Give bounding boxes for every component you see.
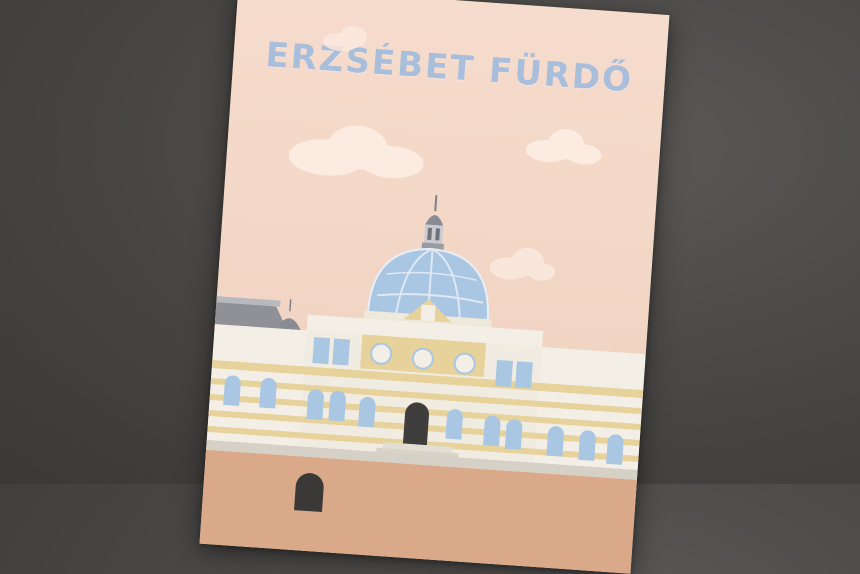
- poster: ERZSÉBET FÜRDŐ: [199, 0, 670, 574]
- spire: [421, 195, 444, 250]
- arched-door: [402, 402, 429, 446]
- bath-building-illustration: [199, 195, 646, 574]
